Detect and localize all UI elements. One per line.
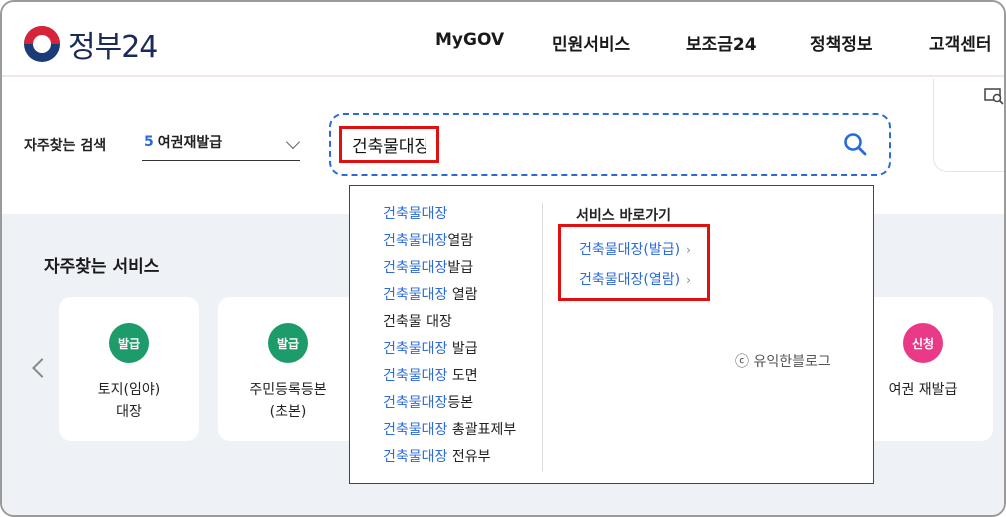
card-label-line1: 토지(임야) (97, 382, 161, 398)
watermark-text: ⓒ 유익한블로그 (735, 354, 831, 370)
chevron-right-icon: › (686, 273, 691, 287)
logo-text: 정부24 (68, 30, 158, 65)
nav-customer-center[interactable]: 고객센터 (929, 30, 992, 55)
nav-civil-service[interactable]: 민원서비스 (552, 30, 630, 55)
faq-search-label: 자주찾는 검색 (24, 138, 107, 154)
apply-badge: 신청 (903, 323, 943, 363)
chevron-down-icon (285, 134, 301, 150)
suggestion-item[interactable]: 건축물대장 전유부 (383, 448, 491, 466)
monitor-search-icon (984, 88, 1004, 105)
suggestion-item[interactable]: 건축물대장 도면 (383, 367, 478, 385)
chevron-left-icon[interactable] (32, 358, 52, 378)
autocomplete-dropdown: 건축물대장 건축물대장열람 건축물대장발급 건축물대장 열람 건축물 대장 건축… (349, 185, 874, 484)
site-header: 정부24 MyGOV 민원서비스 보조금24 정책정보 고객센터 (2, 2, 1004, 77)
shortcut-title: 서비스 바로가기 (576, 208, 672, 224)
suggestion-item[interactable]: 건축물대장 발급 (383, 340, 478, 358)
nav-mygov[interactable]: MyGOV (435, 30, 504, 50)
column-divider (542, 203, 543, 471)
shortcut-highlight-box: 건축물대장(발급) › 건축물대장(열람) › (558, 224, 710, 301)
suggestion-item[interactable]: 건축물대장 총괄표제부 (383, 421, 516, 439)
site-logo[interactable]: 정부24 (24, 22, 158, 66)
suggestion-item[interactable]: 건축물대장발급 (383, 259, 473, 277)
suggestion-item[interactable]: 건축물대장등본 (383, 394, 473, 412)
shortcut-building-register-issue[interactable]: 건축물대장(발급) › (579, 239, 691, 259)
chevron-right-icon: › (686, 243, 691, 257)
browser-frame: 정부24 MyGOV 민원서비스 보조금24 정책정보 고객센터 자주찾는 검색… (0, 0, 1006, 517)
faq-search-value: 여권재발급 (157, 134, 223, 151)
shortcut-building-register-view[interactable]: 건축물대장(열람) › (579, 269, 691, 289)
side-panel-card[interactable] (933, 79, 1004, 172)
suggestion-item[interactable]: 건축물대장 열람 (383, 286, 478, 304)
nav-subsidy[interactable]: 보조금24 (686, 30, 757, 55)
card-label-line2: 대장 (116, 404, 142, 420)
card-label-line2: (초본) (269, 404, 307, 420)
service-card-land-register[interactable]: 발급 토지(임야) 대장 (59, 297, 199, 441)
nav-policy-info[interactable]: 정책정보 (810, 30, 873, 55)
suggestion-item[interactable]: 건축물대장 (383, 205, 447, 223)
suggestion-item[interactable]: 건축물대장열람 (383, 232, 473, 250)
search-box (329, 113, 891, 176)
search-input[interactable] (339, 126, 439, 163)
faq-search-select[interactable]: 5 여권재발급 (142, 123, 301, 161)
suggestion-item[interactable]: 건축물 대장 (383, 313, 452, 331)
search-icon[interactable] (843, 132, 867, 156)
faq-rank-number: 5 (144, 133, 154, 150)
taegeuk-logo-icon (24, 26, 60, 62)
section-title: 자주찾는 서비스 (44, 257, 160, 277)
card-label-line1: 주민등록등본 (249, 382, 327, 398)
card-label-line1: 여권 재발급 (888, 382, 958, 398)
service-card-passport-reissue[interactable]: 신청 여권 재발급 (853, 297, 993, 441)
issue-badge: 발급 (109, 323, 149, 363)
issue-badge: 발급 (268, 323, 308, 363)
service-card-resident-register[interactable]: 발급 주민등록등본 (초본) (218, 297, 358, 441)
